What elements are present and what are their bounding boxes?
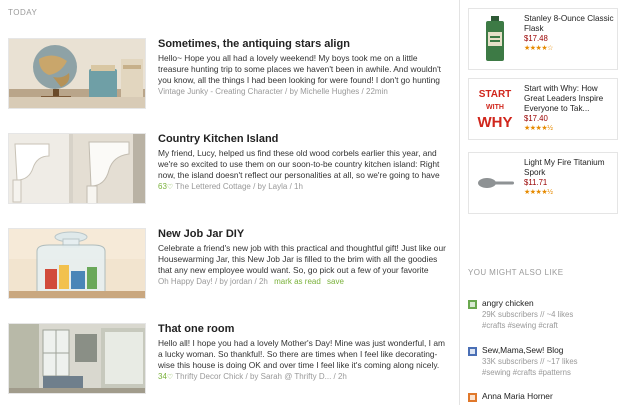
suggested-feed-tags: #crafts #sewing #craft: [482, 321, 558, 330]
article-author: / by Michelle Hughes: [285, 87, 360, 96]
article-author: / by Sarah @ Thrifty D...: [245, 372, 332, 381]
mark-as-read-link[interactable]: mark as read: [274, 277, 321, 286]
article-thumbnail[interactable]: [8, 323, 146, 394]
star-rating: ★★★★½: [524, 125, 553, 132]
article-card[interactable]: New Job Jar DIY Celebrate a friend's new…: [8, 220, 448, 299]
suggested-feed-tags: #sewing #crafts #patterns: [482, 368, 571, 377]
book-cover-icon[interactable]: START WITH WHY: [474, 84, 516, 134]
book-cover-word: START: [479, 89, 512, 100]
flask-icon[interactable]: [474, 14, 516, 64]
article-thumbnail[interactable]: [8, 133, 146, 204]
article-source[interactable]: Vintage Junky - Creating Character: [158, 87, 283, 96]
article-source[interactable]: Thrifty Decor Chick: [175, 372, 243, 381]
save-link[interactable]: save: [327, 277, 344, 286]
suggested-feed-name[interactable]: Anna Maria Horner: [482, 391, 553, 401]
article-source[interactable]: The Lettered Cottage: [175, 182, 251, 191]
product-card[interactable]: Light My Fire Titanium Spork $11.71 ★★★★…: [468, 152, 618, 214]
article-card[interactable]: Country Kitchen Island My friend, Lucy, …: [8, 125, 448, 204]
glass-jar-photo: [9, 229, 145, 298]
book-cover-word: WITH: [486, 104, 504, 111]
living-room-photo: [9, 324, 145, 393]
product-title[interactable]: Start with Why: How Great Leaders Inspir…: [524, 84, 616, 114]
product-price: $11.71: [524, 178, 548, 187]
article-card[interactable]: That one room Hello all! I hope you had …: [8, 315, 448, 394]
article-meta: 34♡ Thrifty Decor Chick / by Sarah @ Thr…: [158, 372, 448, 383]
book-cover-word: WHY: [478, 114, 513, 131]
article-title[interactable]: Country Kitchen Island: [158, 133, 448, 146]
kitchen-corbels-photo: [9, 134, 145, 203]
article-title[interactable]: Sometimes, the antiquing stars align: [158, 38, 448, 51]
product-title[interactable]: Light My Fire Titanium Spork: [524, 158, 616, 178]
article-author: / by Layla: [253, 182, 288, 191]
article-card[interactable]: Sometimes, the antiquing stars align Hel…: [8, 30, 448, 109]
product-title[interactable]: Stanley 8-Ounce Classic Flask: [524, 14, 616, 34]
product-card[interactable]: Stanley 8-Ounce Classic Flask $17.48 ★★★…: [468, 8, 618, 70]
article-author: / by jordan: [214, 277, 253, 286]
suggested-feed-stats: 29K subscribers // ~4 likes: [482, 310, 574, 319]
article-meta: Oh Happy Day! / by jordan / 2h mark as r…: [158, 277, 448, 287]
article-excerpt: Hello all! I hope you had a lovely Mothe…: [158, 338, 445, 370]
feed-favicon-green: [468, 300, 477, 309]
article-time: / 22min: [361, 87, 388, 96]
section-label-today: TODAY: [8, 8, 38, 17]
article-time: / 2h: [333, 372, 347, 381]
article-time: / 1h: [289, 182, 303, 191]
article-title[interactable]: New Job Jar DIY: [158, 228, 448, 241]
heart-icon[interactable]: ♡: [167, 184, 173, 191]
article-time: / 2h: [254, 277, 268, 286]
also-like-heading: YOU MIGHT ALSO LIKE: [468, 268, 564, 277]
heart-icon[interactable]: ♡: [167, 374, 173, 381]
column-divider: [459, 0, 460, 405]
like-count: 34: [158, 372, 167, 381]
product-card[interactable]: START WITH WHY Start with Why: How Great…: [468, 78, 618, 140]
suggested-feed-name[interactable]: angry chicken: [482, 298, 534, 308]
product-price: $17.40: [524, 114, 548, 123]
star-rating: ★★★★☆: [524, 45, 553, 52]
article-thumbnail[interactable]: [8, 38, 146, 109]
article-excerpt: Celebrate a friend's new job with this p…: [158, 243, 446, 275]
suggested-feed-name[interactable]: Sew,Mama,Sew! Blog: [482, 345, 563, 355]
feed-favicon-blue: [468, 347, 477, 356]
star-rating: ★★★★½: [524, 189, 553, 196]
article-excerpt: Hello~ Hope you all had a lovely weekend…: [158, 53, 442, 85]
spork-icon[interactable]: [474, 158, 516, 208]
article-excerpt: My friend, Lucy, helped us find these ol…: [158, 148, 440, 180]
like-count: 63: [158, 182, 167, 191]
feed-favicon-orange: [468, 393, 477, 402]
product-price: $17.48: [524, 34, 548, 43]
article-meta: Vintage Junky - Creating Character / by …: [158, 87, 448, 97]
antique-globe-photo: [9, 39, 145, 108]
article-source[interactable]: Oh Happy Day!: [158, 277, 213, 286]
article-meta: 63♡ The Lettered Cottage / by Layla / 1h: [158, 182, 448, 193]
article-title[interactable]: That one room: [158, 323, 448, 336]
suggested-feed-stats: 33K subscribers // ~17 likes: [482, 357, 578, 366]
article-thumbnail[interactable]: [8, 228, 146, 299]
